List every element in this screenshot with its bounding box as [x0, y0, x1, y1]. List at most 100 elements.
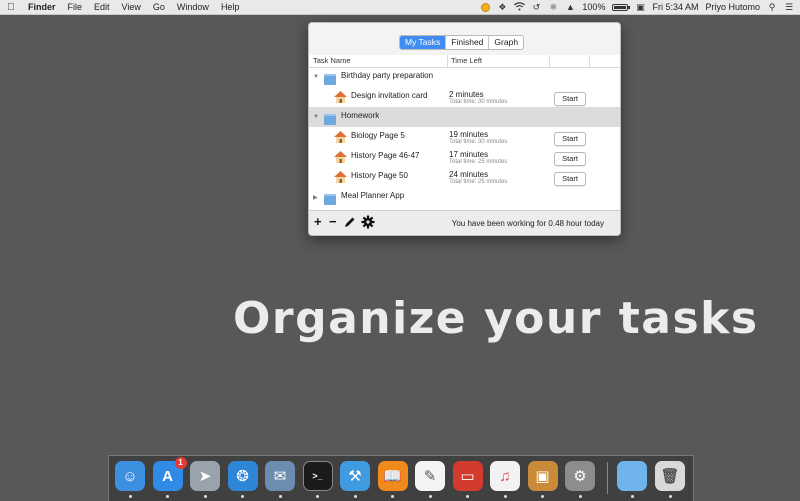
task-time-left: 19 minutes	[449, 130, 489, 139]
task-time-left: 24 minutes	[449, 170, 489, 179]
group-row[interactable]: ▼ Homework	[309, 107, 620, 127]
running-indicator	[541, 495, 544, 498]
start-button[interactable]: Start	[554, 172, 586, 186]
task-timer-icon[interactable]	[481, 2, 491, 12]
xcode-icon[interactable]: ⚒	[340, 461, 370, 491]
house-icon	[334, 131, 347, 143]
task-row[interactable]: History Page 50 24 minutes Total time: 2…	[309, 167, 620, 187]
clock-datetime[interactable]: Fri 5:34 AM	[652, 2, 698, 12]
terminal-icon[interactable]: >_	[302, 461, 333, 491]
column-divider	[589, 55, 590, 67]
task-row[interactable]: Biology Page 5 19 minutes Total time: 30…	[309, 127, 620, 147]
column-task-name[interactable]: Task Name	[313, 56, 351, 65]
launchpad-icon[interactable]: ➤	[190, 461, 220, 491]
wifi-icon[interactable]	[514, 2, 526, 12]
apple-menu-icon[interactable]: 	[0, 2, 22, 13]
house-icon	[334, 91, 347, 103]
task-time-left: 17 minutes	[449, 150, 489, 159]
battery-fill	[614, 5, 627, 9]
popover-toolbar: My Tasks Finished Graph	[309, 23, 620, 55]
running-indicator	[278, 495, 282, 498]
menu-view[interactable]: View	[116, 2, 147, 12]
remove-button[interactable]: −	[329, 215, 337, 229]
dock-separator	[607, 462, 608, 494]
running-indicator	[668, 495, 672, 498]
disclosure-triangle-icon[interactable]: ▼	[313, 114, 319, 120]
finder-icon[interactable]: ☺	[115, 461, 145, 491]
running-indicator	[353, 495, 357, 498]
running-indicator	[316, 495, 319, 498]
notification-center-icon[interactable]: ▣	[635, 2, 645, 12]
mail-stamp-icon[interactable]: ✉	[265, 461, 295, 491]
task-total-time: Total time: 30 minutes	[449, 139, 508, 145]
column-time-left[interactable]: Time Left	[451, 56, 482, 65]
column-divider	[549, 55, 550, 67]
time-machine-icon[interactable]: ↺	[531, 2, 541, 12]
tab-graph[interactable]: Graph	[488, 36, 523, 49]
ibooks-icon[interactable]: 📖	[377, 461, 408, 491]
menu-file[interactable]: File	[62, 2, 89, 12]
task-row[interactable]: Design invitation card 2 minutes Total t…	[309, 87, 620, 107]
add-button[interactable]: +	[314, 215, 322, 229]
task-total-time: Total time: 30 minutes	[449, 99, 508, 105]
running-indicator	[128, 495, 132, 498]
trash-icon[interactable]: 🗑	[655, 461, 685, 491]
task-total-time: Total time: 25 minutes	[449, 159, 508, 165]
disclosure-triangle-icon[interactable]: ▶	[313, 194, 318, 201]
pencil-icon[interactable]	[344, 216, 356, 231]
battery-icon[interactable]	[612, 3, 631, 11]
task-row[interactable]: History Page 46-47 17 minutes Total time…	[309, 147, 620, 167]
volume-icon[interactable]: ▲	[565, 2, 575, 12]
running-indicator	[503, 495, 507, 498]
user-name[interactable]: Priyo Hutomo	[705, 2, 760, 12]
dock: ☺ A 1 ➤ ❂ ✉ >_ ⚒ 📖 ✎ ▭ ♫ ▣ ⚙ 🗑	[108, 455, 694, 501]
task-name: History Page 50	[351, 171, 408, 180]
running-indicator	[428, 495, 432, 498]
group-row[interactable]: ▶ Meal Planner App	[309, 187, 620, 207]
running-indicator	[391, 495, 394, 498]
menu-list-icon[interactable]: ☰	[784, 2, 794, 12]
headline: Organize your tasks	[233, 293, 759, 344]
start-button[interactable]: Start	[554, 132, 586, 146]
preview-icon[interactable]: ▣	[527, 461, 558, 491]
spotlight-icon[interactable]: ⚲	[767, 2, 777, 12]
system-preferences-icon[interactable]: ⚙	[565, 461, 595, 491]
start-button[interactable]: Start	[554, 92, 586, 106]
menu-app-name[interactable]: Finder	[22, 2, 62, 12]
menu-help[interactable]: Help	[215, 2, 246, 12]
downloads-folder-icon[interactable]	[617, 461, 647, 491]
safari-icon[interactable]: ❂	[227, 461, 258, 491]
running-indicator	[466, 495, 469, 498]
popover-footer: + − You have been working for 0.48 hour …	[309, 210, 620, 235]
dropbox-icon[interactable]: ❖	[497, 2, 507, 12]
group-name: Meal Planner App	[341, 191, 405, 200]
house-icon	[334, 171, 347, 183]
app-store-icon[interactable]: A1	[152, 457, 187, 491]
menu-window[interactable]: Window	[171, 2, 215, 12]
menu-bar:  Finder File Edit View Go Window Help ❖…	[0, 0, 800, 15]
running-indicator	[578, 495, 582, 498]
folder-icon	[324, 74, 336, 85]
working-time-status: You have been working for 0.48 hour toda…	[451, 219, 604, 228]
folder-icon	[324, 114, 336, 125]
gear-icon[interactable]	[361, 215, 375, 232]
disclosure-triangle-icon[interactable]: ▼	[313, 74, 319, 80]
parallels-icon[interactable]: ▭	[452, 461, 483, 491]
group-row[interactable]: ▼ Birthday party preparation	[309, 67, 620, 87]
menu-go[interactable]: Go	[147, 2, 171, 12]
task-name: Design invitation card	[351, 91, 428, 100]
textedit-icon[interactable]: ✎	[415, 461, 445, 491]
itunes-icon[interactable]: ♫	[490, 461, 520, 491]
folder-icon	[324, 194, 336, 205]
running-indicator	[203, 495, 207, 498]
tab-finished[interactable]: Finished	[445, 36, 488, 49]
bluetooth-icon[interactable]: ✱	[548, 2, 558, 12]
tab-my-tasks[interactable]: My Tasks	[400, 36, 446, 49]
menu-edit[interactable]: Edit	[88, 2, 116, 12]
task-name: Biology Page 5	[351, 131, 405, 140]
group-name: Birthday party preparation	[341, 71, 434, 80]
task-name: History Page 46-47	[351, 151, 420, 160]
running-indicator	[166, 495, 169, 498]
start-button[interactable]: Start	[554, 152, 586, 166]
running-indicator	[241, 495, 244, 498]
